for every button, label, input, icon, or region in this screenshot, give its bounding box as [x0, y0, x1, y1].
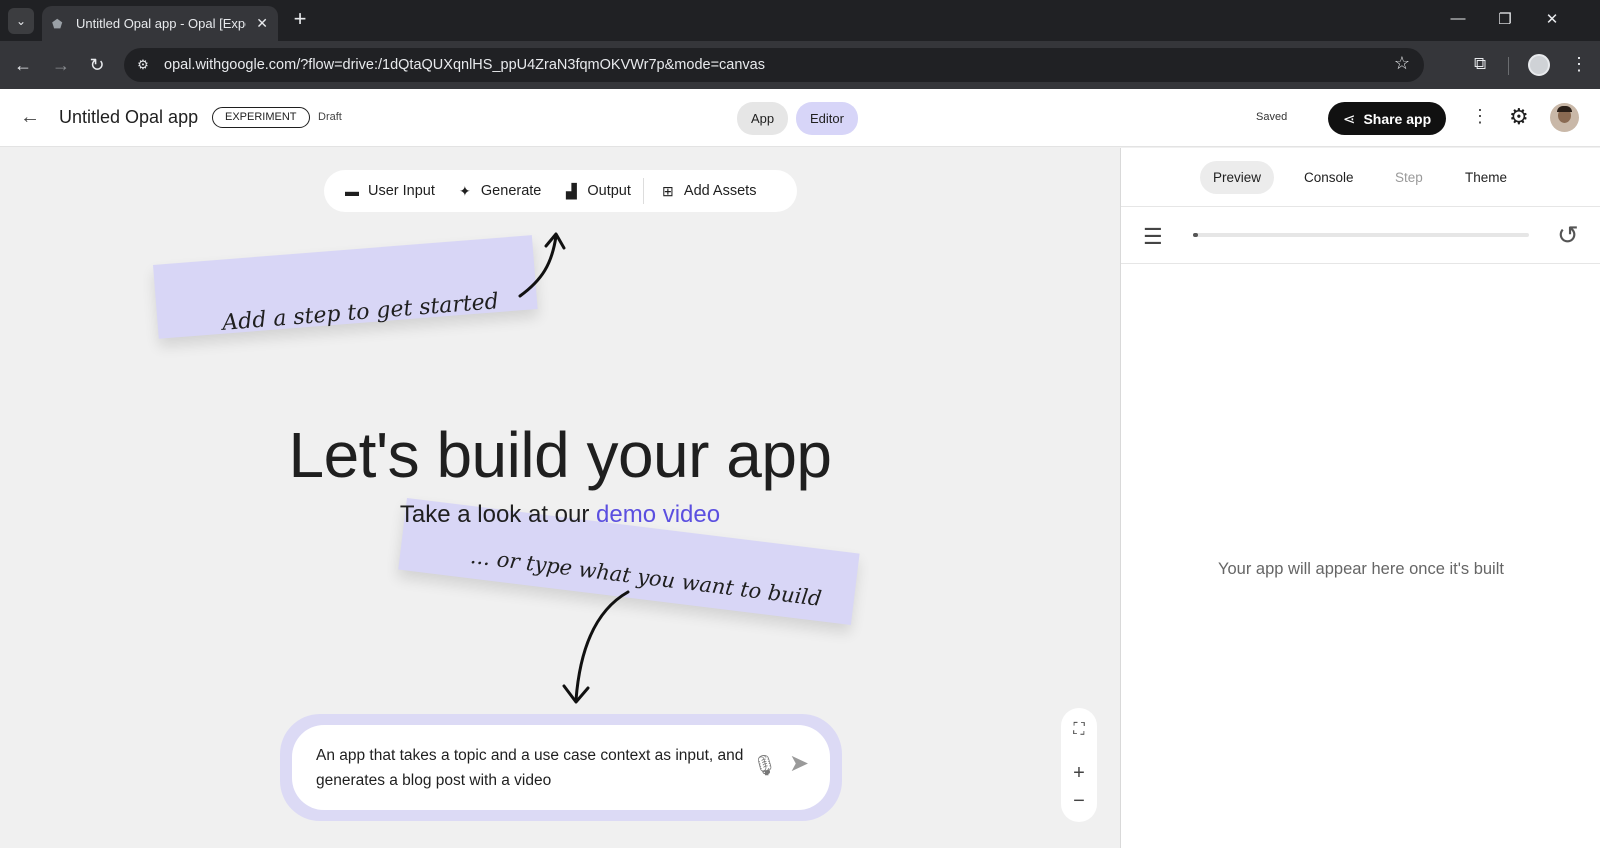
microphone-icon[interactable]: 🎙: [752, 753, 777, 778]
zoom-in-icon[interactable]: +: [1061, 762, 1097, 785]
arrow-up-icon: [518, 232, 566, 298]
user-avatar[interactable]: [1550, 103, 1579, 132]
tab-search-button[interactable]: ⌄: [8, 8, 34, 34]
url-text[interactable]: opal.withgoogle.com/?flow=drive:/1dQtaQU…: [164, 57, 765, 73]
back-icon[interactable]: ←: [12, 54, 34, 76]
opal-favicon-icon: ⬟: [52, 16, 63, 31]
extensions-icon[interactable]: ⧉: [1474, 54, 1486, 74]
generate-step-button[interactable]: ✦ Generate: [457, 183, 541, 200]
app-mode-tab[interactable]: App: [737, 102, 789, 135]
hero-headline: Let's build your app: [288, 419, 832, 491]
reload-icon[interactable]: ↻: [86, 54, 108, 76]
zoom-controls: ⛶ + −: [1061, 708, 1097, 822]
browser-tab-strip: ⌄ ⬟ Untitled Opal app - Opal [Exper ✕ + …: [0, 0, 1600, 41]
arrow-down-icon: [562, 590, 630, 704]
prompt-input[interactable]: An app that takes a topic and a use case…: [316, 743, 746, 793]
prompt-input-container[interactable]: An app that takes a topic and a use case…: [292, 725, 830, 810]
settings-gear-icon[interactable]: ⚙: [1509, 104, 1529, 130]
user-input-icon: ▬: [345, 183, 359, 199]
output-step-button[interactable]: ▟ Output: [563, 183, 631, 200]
browser-toolbar: ← → ↻ ⚙ opal.withgoogle.com/?flow=drive:…: [0, 41, 1600, 89]
tab-title: Untitled Opal app - Opal [Exper: [76, 16, 246, 31]
back-arrow-icon[interactable]: ←: [20, 106, 40, 129]
share-icon: ⋖: [1342, 110, 1356, 128]
toolbar-divider: [1508, 57, 1509, 75]
close-window-icon[interactable]: ✕: [1542, 10, 1562, 28]
editor-mode-tab[interactable]: Editor: [796, 102, 858, 135]
menu-hamburger-icon[interactable]: ☰: [1143, 224, 1163, 250]
generate-label: Generate: [480, 183, 542, 199]
new-tab-button[interactable]: +: [288, 8, 312, 32]
add-assets-button[interactable]: ⊞ Add Assets: [660, 182, 757, 200]
share-app-label: Share app: [1363, 110, 1432, 127]
browser-tab[interactable]: ⬟ Untitled Opal app - Opal [Exper ✕: [42, 6, 278, 41]
app-title[interactable]: Untitled Opal app: [59, 107, 198, 128]
output-chart-icon: ▟: [565, 182, 577, 199]
hero-subline: Take a look at our demo video: [0, 501, 1120, 529]
user-input-step-button[interactable]: ▬ User Input: [344, 183, 435, 199]
save-status: Saved: [1256, 111, 1288, 123]
preview-toolbar: ☰ ↺: [1121, 208, 1600, 264]
minimize-window-icon[interactable]: —: [1448, 10, 1468, 27]
tab-theme[interactable]: Theme: [1452, 161, 1520, 194]
panel-tabs: Preview Console Step Theme: [1121, 148, 1600, 207]
prompt-box: An app that takes a topic and a use case…: [280, 714, 842, 821]
more-options-icon[interactable]: ⋮: [1471, 106, 1489, 127]
sparkle-icon: ✦: [459, 182, 471, 199]
tab-console[interactable]: Console: [1291, 161, 1367, 194]
editor-canvas[interactable]: ▬ User Input ✦ Generate ▟ Output ⊞ Add A…: [0, 148, 1120, 848]
subline-text: Take a look at our: [399, 501, 597, 528]
add-box-icon: ⊞: [662, 182, 674, 199]
tab-preview[interactable]: Preview: [1200, 161, 1275, 194]
tab-step[interactable]: Step: [1382, 161, 1436, 194]
site-info-icon[interactable]: ⚙: [132, 54, 154, 76]
demo-video-link[interactable]: demo video: [596, 501, 720, 528]
user-input-label: User Input: [368, 183, 435, 199]
browser-profile-avatar[interactable]: [1528, 54, 1550, 76]
close-tab-icon[interactable]: ✕: [256, 15, 268, 32]
experiment-badge: EXPERIMENT: [212, 107, 310, 128]
run-progress-bar: [1193, 233, 1529, 237]
restore-window-icon[interactable]: ❐: [1495, 10, 1515, 28]
restart-icon[interactable]: ↺: [1557, 220, 1579, 251]
browser-menu-icon[interactable]: ⋮: [1570, 54, 1588, 75]
step-toolbar-divider: [642, 178, 644, 204]
step-toolbar: ▬ User Input ✦ Generate ▟ Output ⊞ Add A…: [324, 170, 797, 212]
empty-preview-message: Your app will appear here once it's buil…: [1218, 560, 1504, 578]
draft-status: Draft: [318, 111, 342, 123]
fit-to-screen-icon[interactable]: ⛶: [1061, 721, 1097, 739]
preview-panel: Preview Console Step Theme ☰ ↺ Your app …: [1120, 148, 1600, 848]
share-app-button[interactable]: ⋖ Share app: [1328, 102, 1446, 135]
add-assets-label: Add Assets: [683, 183, 757, 199]
forward-icon[interactable]: →: [50, 54, 72, 76]
send-icon[interactable]: ➤: [789, 749, 809, 778]
app-header: ← Untitled Opal app EXPERIMENT Draft App…: [0, 89, 1600, 147]
output-label: Output: [587, 183, 631, 199]
bookmark-star-icon[interactable]: ☆: [1394, 53, 1410, 74]
address-bar[interactable]: ⚙ opal.withgoogle.com/?flow=drive:/1dQta…: [124, 48, 1424, 82]
zoom-out-icon[interactable]: −: [1061, 790, 1097, 813]
run-progress-fill: [1193, 233, 1199, 237]
